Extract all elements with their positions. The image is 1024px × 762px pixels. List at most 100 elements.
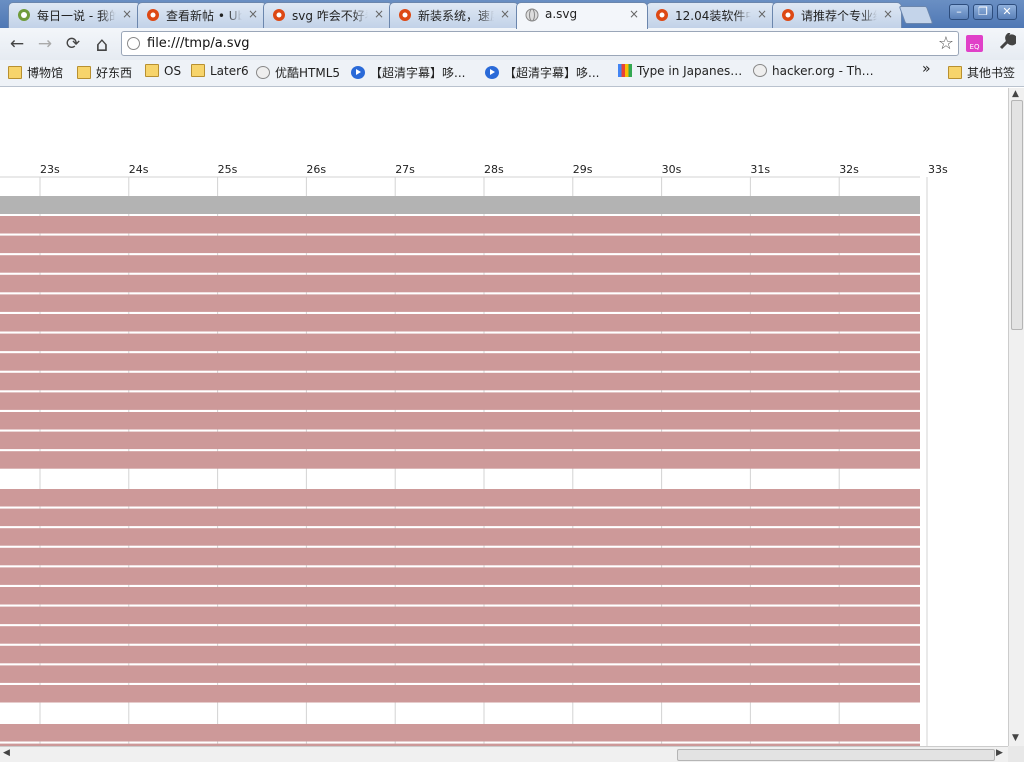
ubuntu-icon (781, 8, 795, 22)
timeline-tick-label: 24s (129, 163, 149, 176)
extension-eq-button[interactable]: EQ (966, 35, 983, 52)
bookmark-label: 博物馆 (27, 66, 64, 80)
scroll-right-arrow-icon[interactable]: ▶ (996, 748, 1003, 758)
timeline-tick-label: 27s (395, 163, 415, 176)
close-icon[interactable]: × (883, 7, 893, 21)
timeline-tick-label: 31s (750, 163, 770, 176)
close-icon[interactable]: × (757, 7, 767, 21)
new-tab-button[interactable] (898, 6, 934, 24)
timeline-bar-red (0, 314, 920, 332)
folder-icon (145, 64, 159, 77)
timeline-bar-red (0, 489, 920, 507)
tab-2[interactable]: 查看新帖 • Ubu × (137, 2, 267, 28)
scroll-up-arrow-icon[interactable]: ▲ (1012, 89, 1019, 99)
address-bar[interactable]: file:///tmp/a.svg ☆ (121, 31, 959, 56)
horizontal-scroll-thumb[interactable] (677, 749, 995, 761)
vertical-scroll-thumb[interactable] (1011, 100, 1023, 330)
timeline-bar-gray (0, 196, 920, 214)
timeline-bar-red (0, 606, 920, 625)
tab-title: svg 咋会不好看 (292, 9, 368, 23)
timeline-bar-red (0, 547, 920, 566)
bookmark-star-icon[interactable]: ☆ (938, 33, 954, 54)
timeline-bar-red (0, 685, 920, 703)
tab-4[interactable]: 新装系统，速度 × (389, 2, 519, 28)
timeline-svg: 23s 24s 25s 26s 27s 28s 29s 30s 31s 32s 33s (0, 163, 948, 746)
timeline-bar-red (0, 626, 920, 644)
play-icon (485, 66, 499, 79)
globe-icon (525, 8, 539, 22)
forward-button[interactable]: → (34, 33, 56, 55)
globe-icon (753, 64, 767, 77)
tab-7[interactable]: 请推荐个专业级 × (772, 2, 902, 28)
tab-title: 12.04装软件中 (675, 9, 751, 23)
url-text: file:///tmp/a.svg (147, 36, 250, 51)
timeline-tick-label: 29s (573, 163, 593, 176)
tab-5-active[interactable]: a.svg × (516, 2, 648, 29)
bookmarks-overflow-button[interactable]: » (922, 61, 931, 79)
globe-icon (256, 66, 270, 79)
tab-strip: 每日一说 - 我的 × 查看新帖 • Ubu × svg 咋会不好看 × 新装系… (0, 0, 1024, 29)
bookmark-folder-good-stuff[interactable]: 好东西 (77, 64, 132, 82)
back-button[interactable]: ← (6, 33, 28, 55)
timeline-bar-red (0, 431, 920, 450)
bookmark-label: OS (164, 64, 182, 78)
close-icon[interactable]: × (248, 7, 258, 21)
ubuntu-icon (655, 8, 669, 22)
play-icon (351, 66, 365, 79)
page-viewport: 23s 24s 25s 26s 27s 28s 29s 30s 31s 32s 33s (0, 88, 1008, 746)
close-icon[interactable]: × (122, 7, 132, 21)
reload-button[interactable]: ⟳ (62, 33, 84, 55)
minimize-button[interactable]: – (949, 4, 969, 20)
bookmarks-bar: 博物馆 好东西 OS Later6 优酷HTML5 【超清字幕】哆... 【超清… (0, 60, 1024, 87)
bookmark-label: 【超清字幕】哆... (504, 66, 600, 80)
maximize-button[interactable]: ❐ (973, 4, 993, 20)
globe-icon (127, 37, 140, 50)
bookmark-folder-os[interactable]: OS (145, 64, 181, 82)
timeline-bar-red (0, 665, 920, 683)
folder-icon (8, 66, 22, 79)
bookmark-folder-later6[interactable]: Later6 (191, 64, 249, 82)
bookmark-video-1[interactable]: 【超清字幕】哆... (351, 64, 465, 82)
ubuntu-icon (398, 8, 412, 22)
folder-icon (191, 64, 205, 77)
wrench-icon (999, 30, 1018, 50)
scroll-left-arrow-icon[interactable]: ◀ (3, 748, 10, 758)
timeline-tick-label: 32s (839, 163, 859, 176)
tab-title: 查看新帖 • Ubu (166, 9, 242, 23)
bookmark-label: 好东西 (96, 66, 133, 80)
folder-icon (948, 66, 962, 79)
timeline-bar-red (0, 645, 920, 664)
close-window-button[interactable]: ✕ (997, 4, 1017, 20)
horizontal-scrollbar[interactable]: ◀ ▶ (0, 746, 1008, 762)
wrench-menu-button[interactable] (996, 30, 1018, 55)
scroll-down-arrow-icon[interactable]: ▼ (1012, 733, 1019, 743)
timeline-bar-red (0, 508, 920, 527)
timeline-bar-red (0, 255, 920, 273)
tab-title: 新装系统，速度 (418, 9, 494, 23)
close-icon[interactable]: × (500, 7, 510, 21)
tab-3[interactable]: svg 咋会不好看 × (263, 2, 393, 28)
close-icon[interactable]: × (629, 7, 639, 21)
bookmark-google-translate[interactable]: Type in Japanes… (618, 64, 742, 82)
bookmark-folder-museum[interactable]: 博物馆 (8, 64, 63, 82)
bookmark-video-2[interactable]: 【超清字幕】哆... (485, 64, 599, 82)
ubuntu-icon (272, 8, 286, 22)
timeline-tick-label: 33s (928, 163, 948, 176)
bookmark-youku[interactable]: 优酷HTML5 (256, 64, 340, 82)
vertical-scrollbar[interactable]: ▲ ▼ (1008, 88, 1024, 746)
bookmark-hacker-org[interactable]: hacker.org - Th… (753, 64, 874, 82)
tab-1[interactable]: 每日一说 - 我的 × (8, 2, 141, 28)
timeline-bar-red (0, 528, 920, 546)
timeline-tick-label: 28s (484, 163, 504, 176)
tab-title: 每日一说 - 我的 (37, 9, 116, 23)
timeline-bar-red (0, 294, 920, 312)
timeline-tick-label: 23s (40, 163, 60, 176)
tab-6[interactable]: 12.04装软件中 × (646, 2, 776, 28)
scrollbar-corner (1008, 746, 1024, 762)
tab-title: a.svg (545, 7, 578, 21)
ubuntu-cn-icon (17, 8, 31, 22)
home-button[interactable]: ⌂ (91, 33, 113, 55)
timeline-bar-red (0, 372, 920, 391)
close-icon[interactable]: × (374, 7, 384, 21)
bookmark-folder-other[interactable]: 其他书签 (948, 64, 1015, 82)
